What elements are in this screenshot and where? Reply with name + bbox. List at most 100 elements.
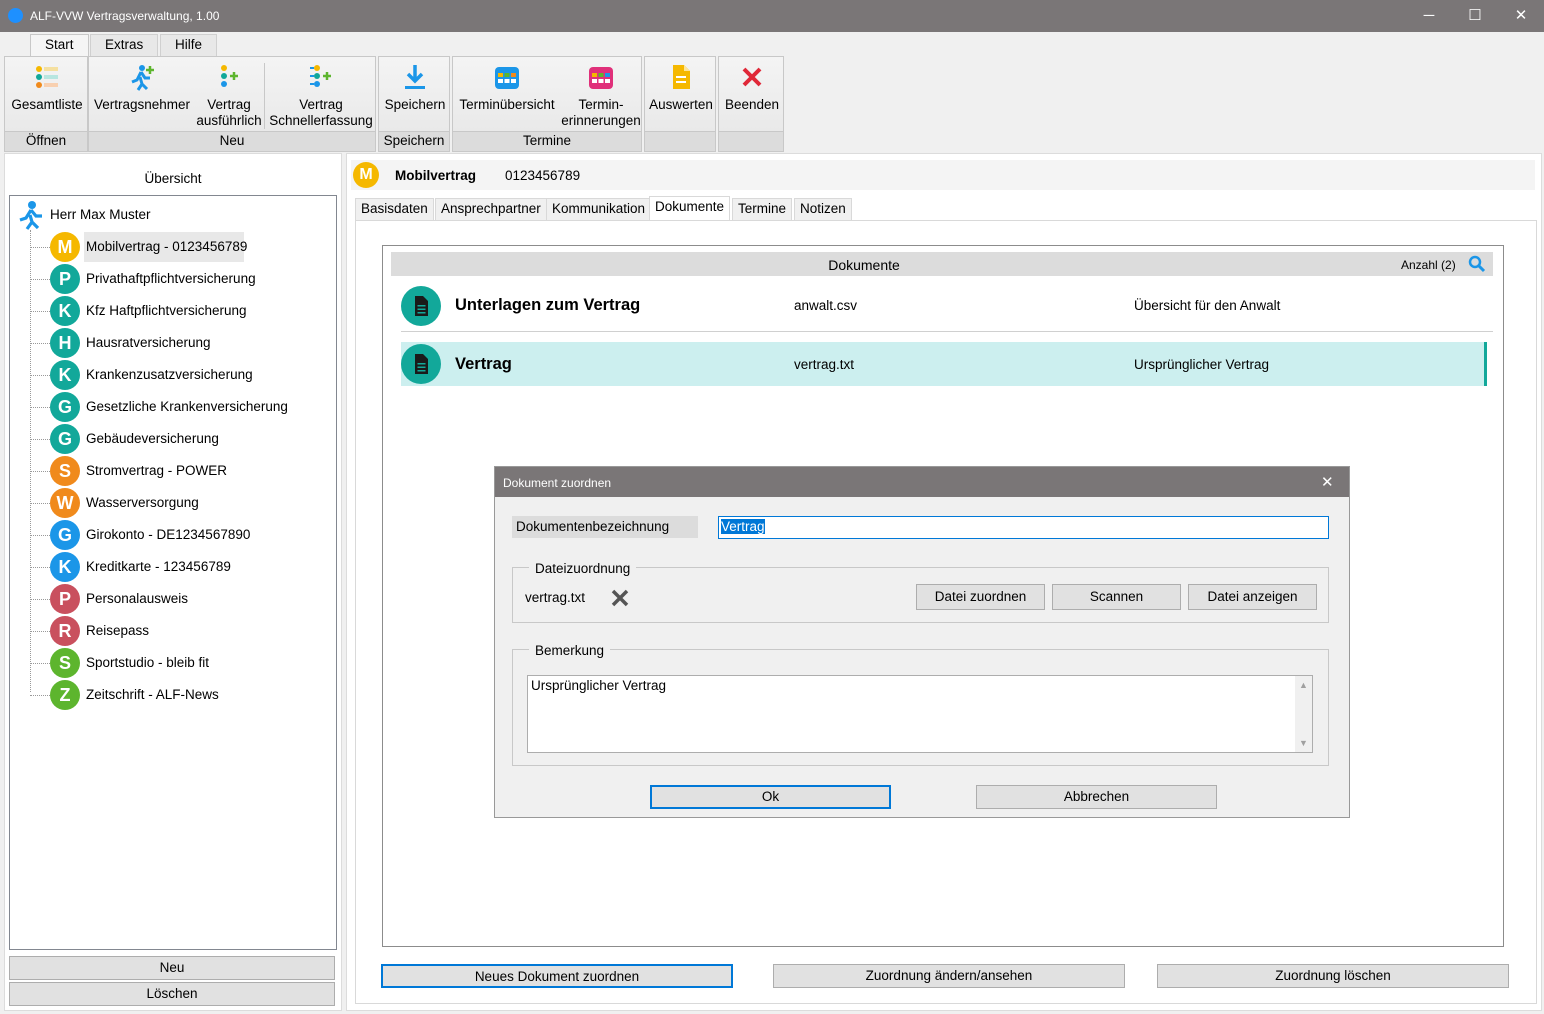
add-list-icon	[221, 65, 238, 87]
name-input[interactable]: Vertrag	[718, 516, 1329, 539]
contract-header: M Mobilvertrag 0123456789	[351, 160, 1535, 190]
delete-button[interactable]: Löschen	[9, 982, 335, 1006]
contract-type-badge: P	[50, 264, 80, 294]
contract-badge: M	[353, 162, 379, 188]
vertragsnehmer-label: Vertragsnehmer	[93, 97, 191, 112]
search-icon[interactable]	[1468, 255, 1486, 273]
tree-connector	[30, 343, 50, 344]
remark-scrollbar[interactable]: ▲ ▼	[1295, 676, 1312, 752]
tree-item-label: Girokonto - DE1234567890	[86, 527, 251, 542]
remark-text: Ursprünglicher Vertrag	[531, 678, 667, 693]
ribbon: Gesamtliste Öffnen Vertragsnehmer Vertra…	[4, 56, 784, 152]
contract-type-badge: S	[50, 648, 80, 678]
change-assignment-button[interactable]: Zuordnung ändern/ansehen	[773, 964, 1125, 988]
document-row-selected[interactable]: Vertrag vertrag.txt Ursprünglicher Vertr…	[401, 342, 1487, 386]
tree-item-label: Gesetzliche Krankenversicherung	[86, 399, 288, 414]
tab-start[interactable]: Start	[30, 34, 89, 56]
close-button[interactable]: ✕	[1498, 0, 1544, 32]
remark-textarea[interactable]: Ursprünglicher Vertrag ▲ ▼	[527, 675, 1313, 753]
new-document-button[interactable]: Neues Dokument zuordnen	[381, 964, 733, 988]
tab-notizen[interactable]: Notizen	[794, 198, 852, 220]
terminuebersicht-button[interactable]: Terminübersicht	[455, 63, 559, 113]
document-icon	[401, 344, 441, 384]
group-beenden: Beenden	[718, 56, 784, 152]
tree-connector	[30, 695, 50, 696]
remove-file-icon[interactable]	[609, 587, 631, 609]
vertragsnehmer-button[interactable]: Vertragsnehmer	[91, 63, 193, 113]
tab-dokumente[interactable]: Dokumente	[649, 196, 731, 220]
auswerten-label: Auswerten	[649, 97, 713, 112]
group-auswerten: Auswerten	[644, 56, 716, 152]
left-panel: Übersicht Herr Max Muster M Mobilvertrag …	[4, 153, 342, 1011]
add-person-icon	[131, 65, 154, 91]
documents-header: Dokumente Anzahl (2)	[391, 252, 1493, 276]
document-file: anwalt.csv	[794, 298, 858, 313]
content-tabs: Basisdaten Ansprechpartner Kommunikation…	[355, 196, 1535, 222]
remark-group-title: Bemerkung	[529, 643, 611, 658]
ok-button[interactable]: Ok	[650, 785, 891, 809]
beenden-button[interactable]: Beenden	[721, 63, 783, 113]
person-name[interactable]: Herr Max Muster	[50, 207, 151, 222]
beenden-label: Beenden	[724, 97, 780, 112]
terminerinnerungen-button[interactable]: Termin- erinnerungen	[561, 63, 641, 129]
tree-line	[30, 230, 31, 692]
tab-kommunikation[interactable]: Kommunikation	[546, 198, 652, 220]
tree-connector	[30, 663, 50, 664]
speichern-label: Speichern	[384, 97, 446, 112]
new-button[interactable]: Neu	[9, 956, 335, 980]
schnell-label-1: Vertrag	[299, 97, 343, 112]
tree-item-label: Stromvertrag - POWER	[86, 463, 228, 478]
vertrag-ausfuehrlich-button[interactable]: Vertrag ausführlich	[195, 63, 263, 129]
exit-x-icon	[742, 67, 762, 87]
person-icon	[19, 201, 42, 230]
tab-extras[interactable]: Extras	[90, 34, 159, 56]
document-name: Unterlagen zum Vertrag	[455, 296, 641, 314]
tab-hilfe[interactable]: Hilfe	[160, 34, 218, 56]
scan-button[interactable]: Scannen	[1052, 584, 1181, 610]
tab-ansprechpartner[interactable]: Ansprechpartner	[435, 198, 547, 220]
contract-type-badge: K	[50, 552, 80, 582]
vertrag-schnellerfassung-button[interactable]: Vertrag Schnellerfassung	[267, 63, 375, 129]
tab-termine[interactable]: Termine	[732, 198, 793, 220]
tree-connector	[30, 567, 50, 568]
document-row[interactable]: Unterlagen zum Vertrag anwalt.csv Übersi…	[401, 282, 1493, 332]
group-caption: Speichern	[379, 131, 449, 151]
gesamtliste-button[interactable]: Gesamtliste	[9, 63, 85, 113]
contract-type-badge: S	[50, 456, 80, 486]
assign-document-dialog: Dokument zuordnen ✕ Dokumentenbezeichnun…	[494, 466, 1350, 818]
tab-basisdaten[interactable]: Basisdaten	[355, 198, 434, 220]
delete-assignment-button[interactable]: Zuordnung löschen	[1157, 964, 1509, 988]
contract-type-badge: K	[50, 360, 80, 390]
tree-item-label: Mobilvertrag - 0123456789	[86, 239, 248, 254]
contract-type-badge: G	[50, 520, 80, 550]
file-name: vertrag.txt	[525, 590, 586, 605]
tree-item-label: Kreditkarte - 123456789	[86, 559, 231, 574]
tree-connector	[30, 407, 50, 408]
terminuebersicht-label: Terminübersicht	[459, 97, 555, 112]
tree-item-label: Hausratversicherung	[86, 335, 211, 350]
cancel-button[interactable]: Abbrechen	[976, 785, 1217, 809]
contract-type-badge: H	[50, 328, 80, 358]
download-icon	[405, 65, 425, 89]
maximize-button[interactable]: ☐	[1452, 0, 1498, 32]
tree-item-label: Wasserversorgung	[86, 495, 199, 510]
tree-connector	[30, 311, 50, 312]
schnell-label-2: Schnellerfassung	[269, 113, 373, 128]
document-icon	[401, 286, 441, 326]
assign-file-button[interactable]: Datei zuordnen	[916, 584, 1045, 610]
calendar-icon	[495, 67, 519, 89]
speichern-button[interactable]: Speichern	[381, 63, 449, 113]
contract-tree: Herr Max Muster M Mobilvertrag - 01234567…	[9, 195, 337, 950]
tree-item-label: Personalausweis	[86, 591, 189, 606]
dialog-title: Dokument zuordnen	[503, 476, 612, 490]
auswerten-button[interactable]: Auswerten	[647, 63, 715, 113]
group-caption: Termine	[453, 131, 641, 151]
group-speichern: Speichern Speichern	[378, 56, 450, 152]
dialog-close-icon[interactable]: ✕	[1321, 473, 1334, 491]
tree-connector	[30, 279, 50, 280]
minimize-button[interactable]: ─	[1406, 0, 1452, 32]
tree-connector	[30, 247, 50, 248]
group-caption	[719, 131, 783, 151]
document-file: vertrag.txt	[794, 357, 855, 372]
show-file-button[interactable]: Datei anzeigen	[1188, 584, 1317, 610]
